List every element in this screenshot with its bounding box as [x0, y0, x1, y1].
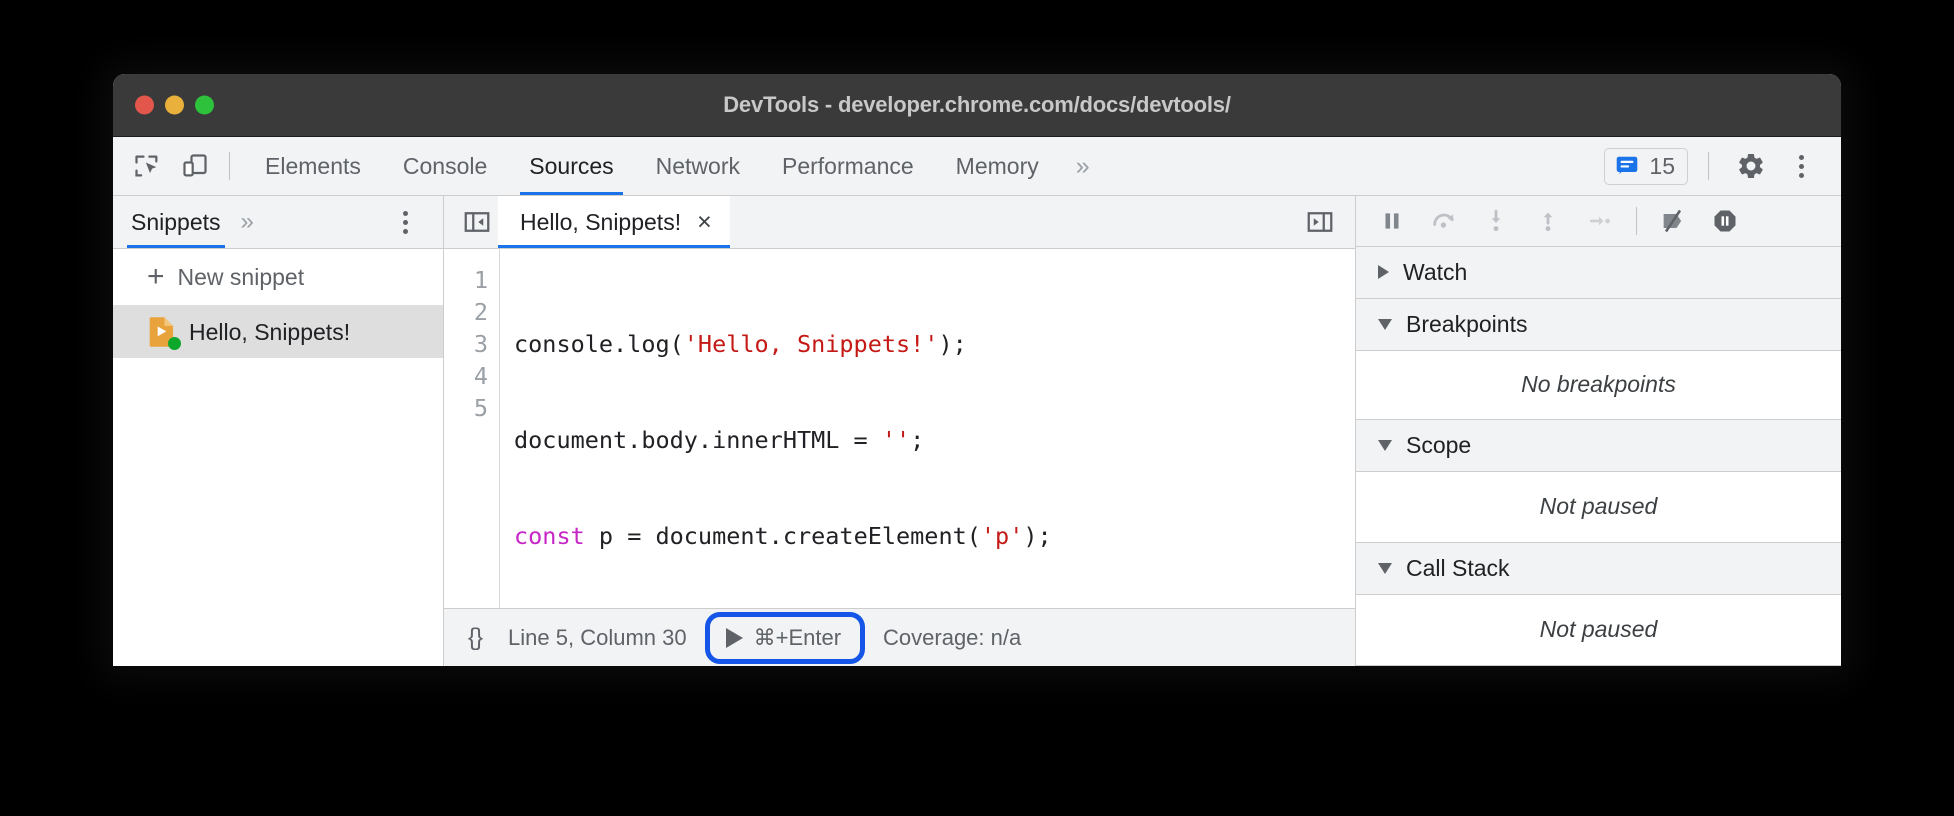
line-number: 5	[444, 392, 488, 424]
device-toolbar-icon[interactable]	[175, 146, 215, 186]
tab-memory[interactable]: Memory	[935, 137, 1060, 195]
message-count: 15	[1649, 153, 1675, 180]
section-body-call-stack: Not paused	[1356, 595, 1841, 666]
file-tab-hello-snippets[interactable]: Hello, Snippets! ×	[498, 196, 730, 248]
close-icon[interactable]: ×	[697, 210, 712, 235]
step-over-icon[interactable]	[1420, 199, 1468, 243]
snippets-kebab-menu-icon[interactable]	[383, 200, 427, 244]
chevron-down-icon	[1378, 319, 1392, 330]
code-line: console.log('Hello, Snippets!');	[514, 328, 1355, 360]
section-body-breakpoints: No breakpoints	[1356, 351, 1841, 420]
code-editor[interactable]: 1 2 3 4 5 console.log('Hello, Snippets!'…	[444, 249, 1355, 608]
section-title: Breakpoints	[1406, 311, 1527, 338]
line-number: 3	[444, 328, 488, 360]
line-number: 1	[444, 264, 488, 296]
devtools-body: Snippets » + New snippet	[113, 196, 1841, 666]
editor-tabbar: Hello, Snippets! ×	[444, 196, 1355, 249]
chevron-down-icon	[1378, 440, 1392, 451]
line-number: 2	[444, 296, 488, 328]
inspect-element-icon[interactable]	[127, 146, 167, 186]
step-into-icon[interactable]	[1472, 199, 1520, 243]
gear-icon[interactable]	[1729, 144, 1773, 188]
section-title: Watch	[1403, 259, 1467, 286]
section-header-breakpoints[interactable]: Breakpoints	[1356, 299, 1841, 351]
debugger-pane: Watch Breakpoints No breakpoints Scope N…	[1356, 196, 1841, 666]
section-header-watch[interactable]: Watch	[1356, 247, 1841, 299]
debugger-toolbar	[1356, 196, 1841, 247]
file-tab-label: Hello, Snippets!	[520, 209, 681, 236]
code-content[interactable]: console.log('Hello, Snippets!'); documen…	[500, 249, 1355, 608]
pretty-print-icon[interactable]: {}	[468, 624, 482, 652]
green-dot-badge	[168, 337, 181, 350]
new-snippet-label: New snippet	[178, 264, 305, 291]
window-title: DevTools - developer.chrome.com/docs/dev…	[723, 92, 1231, 118]
section-header-scope[interactable]: Scope	[1356, 420, 1841, 472]
section-body-scope: Not paused	[1356, 472, 1841, 543]
new-snippet-button[interactable]: + New snippet	[113, 249, 443, 306]
tab-performance[interactable]: Performance	[761, 137, 935, 195]
coverage-status: Coverage: n/a	[883, 625, 1021, 651]
section-title: Scope	[1406, 432, 1471, 459]
code-line: const p = document.createElement('p');	[514, 520, 1355, 552]
line-number-gutter: 1 2 3 4 5	[444, 249, 500, 608]
section-header-call-stack[interactable]: Call Stack	[1356, 543, 1841, 595]
show-debugger-icon[interactable]	[1299, 201, 1341, 243]
minimize-button[interactable]	[165, 96, 184, 115]
list-item[interactable]: Hello, Snippets!	[113, 306, 443, 358]
debugger-divider	[1636, 207, 1637, 235]
toolbar-divider	[229, 152, 230, 180]
chevron-down-icon	[1378, 563, 1392, 574]
tab-console[interactable]: Console	[382, 137, 508, 195]
step-out-icon[interactable]	[1524, 199, 1572, 243]
pause-script-execution-icon[interactable]	[1368, 199, 1416, 243]
zoom-button[interactable]	[195, 96, 214, 115]
chevron-right-icon	[1378, 265, 1389, 279]
tab-sources[interactable]: Sources	[508, 137, 634, 195]
run-snippet-button[interactable]: ⌘+Enter	[713, 620, 857, 656]
sidebar-more-chevron-icon[interactable]: »	[241, 208, 254, 236]
sidebar-tab-snippets[interactable]: Snippets	[131, 196, 221, 248]
window-titlebar: DevTools - developer.chrome.com/docs/dev…	[113, 74, 1841, 137]
cursor-position: Line 5, Column 30	[508, 625, 687, 651]
run-shortcut-label: ⌘+Enter	[754, 625, 841, 651]
show-navigator-icon[interactable]	[456, 201, 498, 243]
code-line: document.body.innerHTML = '';	[514, 424, 1355, 456]
panel-tabs: Elements Console Sources Network Perform…	[244, 137, 1106, 195]
snippets-pane: Snippets » + New snippet	[113, 196, 444, 666]
editor-pane: Hello, Snippets! × 1 2	[444, 196, 1356, 666]
more-tabs-chevron-icon[interactable]: »	[1060, 137, 1106, 195]
tab-network[interactable]: Network	[635, 137, 761, 195]
section-title: Call Stack	[1406, 555, 1510, 582]
message-icon	[1614, 153, 1640, 179]
screenshot-root: DevTools - developer.chrome.com/docs/dev…	[0, 0, 1954, 816]
deactivate-breakpoints-icon[interactable]	[1649, 199, 1697, 243]
step-icon[interactable]	[1576, 199, 1624, 243]
devtools-main-toolbar: Elements Console Sources Network Perform…	[113, 137, 1841, 196]
toolbar-divider-2	[1708, 152, 1709, 180]
kebab-menu-icon[interactable]	[1779, 144, 1823, 188]
tab-elements[interactable]: Elements	[244, 137, 382, 195]
traffic-lights	[135, 96, 214, 115]
devtools-window: DevTools - developer.chrome.com/docs/dev…	[113, 74, 1841, 666]
snippets-pane-header: Snippets »	[113, 196, 443, 249]
console-messages-badge[interactable]: 15	[1604, 148, 1688, 185]
plus-icon: +	[147, 262, 165, 292]
line-number: 4	[444, 360, 488, 392]
list-item-label: Hello, Snippets!	[189, 319, 350, 346]
snippet-file-icon	[148, 316, 176, 348]
pause-on-exceptions-icon[interactable]	[1701, 199, 1749, 243]
editor-status-bar: {} Line 5, Column 30 ⌘+Enter Coverage: n…	[444, 608, 1355, 666]
play-icon	[726, 628, 743, 648]
close-button[interactable]	[135, 96, 154, 115]
